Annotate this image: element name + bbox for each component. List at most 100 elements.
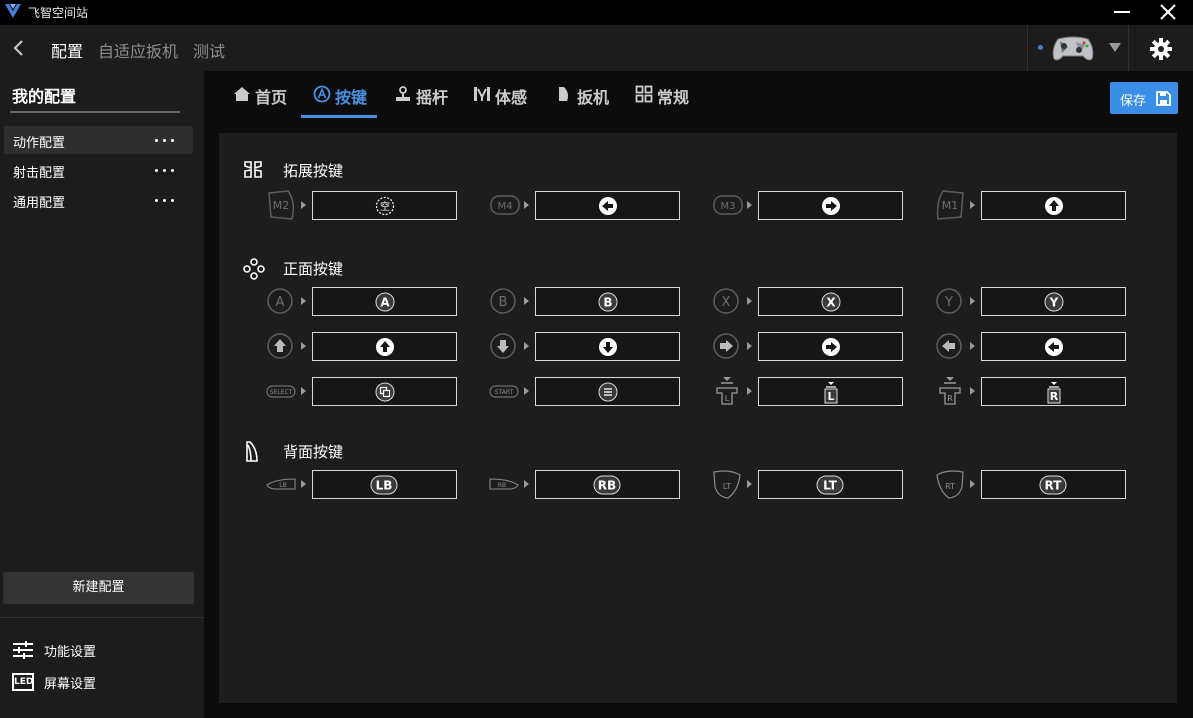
m1-paddle-icon: M1 [935, 190, 969, 220]
tab-home[interactable]: 首页 [233, 71, 295, 119]
svg-text:SELECT: SELECT [270, 389, 293, 396]
mapping-m2[interactable]: M2 空 [266, 190, 486, 220]
more-icon[interactable] [154, 139, 176, 143]
function-settings-label: 功能设置 [44, 645, 97, 660]
tab-label: 体感 [495, 88, 528, 107]
mapping-target-box[interactable]: LB [312, 470, 457, 499]
nav-test[interactable]: 测试 [193, 38, 225, 62]
config-item-shoot[interactable]: 射击配置 [4, 156, 193, 184]
chevron-down-icon[interactable] [1108, 40, 1122, 54]
tab-joystick[interactable]: 摇杆 [394, 71, 456, 119]
mapping-target-box[interactable]: R [981, 377, 1126, 406]
mapping-target-box[interactable] [535, 191, 680, 220]
svg-text:L: L [725, 394, 730, 403]
mapping-dpad-up[interactable] [266, 331, 486, 361]
led-icon-text: LED [14, 677, 34, 687]
mapping-target-box[interactable]: B [535, 287, 680, 316]
mapping-a[interactable]: A A [266, 286, 486, 316]
mapping-dpad-left[interactable] [935, 331, 1155, 361]
section-title: 拓展按键 [283, 162, 344, 180]
save-button[interactable]: 保存 [1110, 82, 1178, 114]
svg-text:LT: LT [823, 479, 838, 493]
controller-icon [1050, 33, 1096, 63]
mapping-target-box[interactable] [981, 332, 1126, 361]
face-buttons-icon [243, 258, 265, 280]
mapping-target-box[interactable]: 空 [312, 191, 457, 220]
sliders-icon [12, 640, 34, 660]
arrow-right-icon [747, 387, 752, 395]
mapping-target-box[interactable]: RT [981, 470, 1126, 499]
mapping-lt[interactable]: LT LT [712, 469, 932, 499]
tab-label: 扳机 [577, 88, 610, 107]
config-item-action[interactable]: 动作配置 [4, 126, 193, 154]
mapping-target-box[interactable]: X [758, 287, 903, 316]
mapping-target-box[interactable] [758, 191, 903, 220]
left-stick-click-icon: L [712, 376, 746, 406]
tab-trigger[interactable]: 扳机 [555, 71, 617, 119]
a-button-icon: A [266, 286, 300, 316]
mapping-target-box[interactable] [312, 332, 457, 361]
svg-text:Y: Y [1049, 296, 1059, 310]
arrow-right-icon [524, 387, 529, 395]
mapping-lb[interactable]: LB LB [266, 469, 486, 499]
mapping-rb[interactable]: RB RB [489, 469, 709, 499]
arrow-right-icon [747, 480, 752, 488]
mapping-target-box[interactable] [312, 377, 457, 406]
mapping-target-box[interactable]: A [312, 287, 457, 316]
sidebar: 我的配置 动作配置 射击配置 通用配置 新建配置 功能设置 LED 屏幕设置 [0, 71, 204, 718]
more-icon[interactable] [154, 199, 176, 203]
mapping-m3[interactable]: M3 [712, 190, 932, 220]
close-icon[interactable] [1156, 0, 1180, 25]
svg-text:LB: LB [279, 482, 286, 489]
back-icon[interactable] [8, 37, 30, 59]
screen-settings-label: 屏幕设置 [44, 677, 97, 692]
mapping-rt[interactable]: RT RT [935, 469, 1155, 499]
config-item-general[interactable]: 通用配置 [4, 186, 193, 214]
mapping-dpad-down[interactable] [489, 331, 709, 361]
tab-motion[interactable]: 体感 [473, 71, 535, 119]
lt-key-icon: LT [816, 475, 844, 495]
arrow-right-icon [747, 297, 752, 305]
nav-config[interactable]: 配置 [51, 38, 83, 62]
mapping-target-box[interactable]: LT [758, 470, 903, 499]
mapping-y[interactable]: Y Y [935, 286, 1155, 316]
tab-buttons[interactable]: 按键 [313, 71, 375, 119]
select-button-icon: SELECT [266, 376, 300, 406]
left-stick-key-icon: L [821, 382, 841, 404]
nav-adaptive-trigger[interactable]: 自适应扳机 [98, 38, 178, 62]
tab-label: 首页 [255, 88, 288, 107]
gear-icon[interactable] [1148, 36, 1174, 62]
menu-key-icon [598, 382, 618, 402]
mapping-dpad-right[interactable] [712, 331, 932, 361]
mapping-target-box[interactable]: L [758, 377, 903, 406]
mapping-b[interactable]: B B [489, 286, 709, 316]
minimize-icon[interactable] [1110, 0, 1134, 25]
mapping-target-box[interactable]: RB [535, 470, 680, 499]
arrow-right-icon [301, 387, 306, 395]
sidebar-title: 我的配置 [12, 87, 77, 106]
joystick-icon [394, 85, 412, 103]
mapping-target-box[interactable] [758, 332, 903, 361]
device-selector[interactable] [1027, 25, 1129, 71]
mapping-target-box[interactable] [535, 332, 680, 361]
mapping-target-box[interactable] [981, 191, 1126, 220]
svg-text:RT: RT [945, 482, 955, 491]
mapping-m1[interactable]: M1 [935, 190, 1155, 220]
more-icon[interactable] [154, 169, 176, 173]
general-icon [635, 85, 653, 103]
mapping-start[interactable]: START [489, 376, 709, 406]
mapping-r-stick[interactable]: R R [935, 376, 1155, 406]
m2-paddle-icon: M2 [266, 190, 300, 220]
mapping-select[interactable]: SELECT [266, 376, 486, 406]
rt-key-icon: RT [1039, 475, 1067, 495]
motion-icon [473, 85, 491, 103]
mapping-target-box[interactable] [535, 377, 680, 406]
tab-general[interactable]: 常规 [635, 71, 697, 119]
mapping-x[interactable]: X X [712, 286, 932, 316]
mapping-m4[interactable]: M4 [489, 190, 709, 220]
active-tab-indicator [301, 115, 377, 118]
new-config-button[interactable]: 新建配置 [3, 572, 194, 604]
mapping-target-box[interactable]: Y [981, 287, 1126, 316]
mapping-l-stick[interactable]: L L [712, 376, 932, 406]
back-buttons-icon [243, 441, 263, 463]
